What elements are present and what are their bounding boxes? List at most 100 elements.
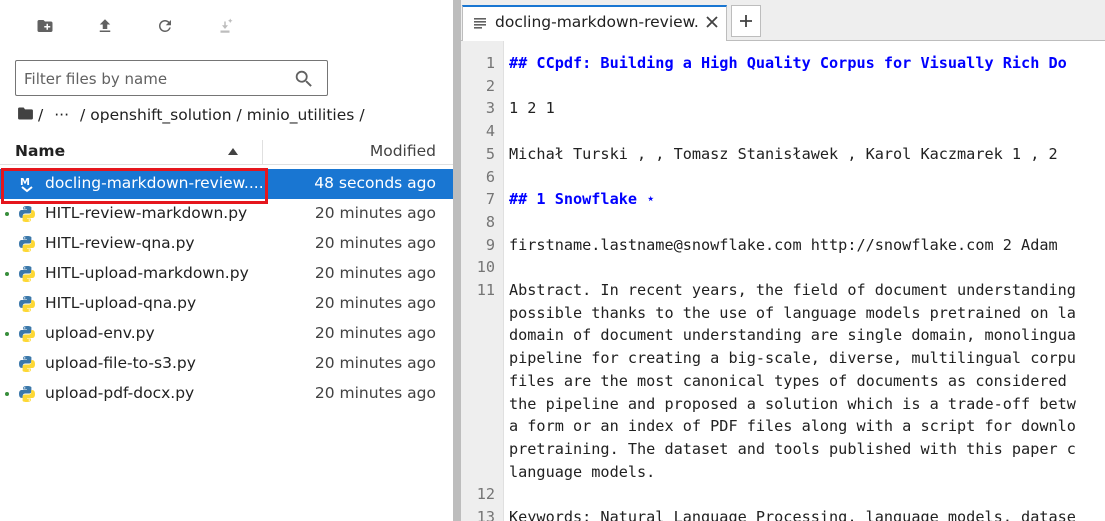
running-indicator-icon	[5, 212, 9, 216]
breadcrumb-separator: /	[236, 106, 242, 124]
heading-line: ## CCpdf: Building a High Quality Corpus…	[509, 54, 1067, 72]
home-folder-icon[interactable]	[18, 106, 33, 124]
file-name: upload-env.py	[45, 324, 155, 342]
code-line: a form or an index of PDF files along wi…	[509, 417, 1076, 436]
upload-icon	[99, 19, 111, 32]
plus-icon	[740, 15, 752, 27]
file-name: upload-pdf-docx.py	[45, 384, 195, 402]
file-modified: 20 minutes ago	[314, 234, 436, 252]
file-name: HITL-review-qna.py	[45, 234, 195, 252]
file-modified: 20 minutes ago	[314, 354, 436, 372]
code-line: Keywords: Natural Language Processing, l…	[509, 508, 1076, 521]
code-line: Michał Turski , , Tomasz Stanisławek , K…	[509, 144, 1058, 163]
git-clone-button[interactable]	[212, 13, 238, 39]
code-line: possible thanks to the use of language m…	[509, 303, 1076, 322]
modified-column-header[interactable]: Modified	[370, 142, 436, 160]
refresh-icon	[159, 20, 171, 32]
line-number: 2	[485, 76, 495, 95]
search-icon	[293, 68, 315, 90]
new-folder-icon	[37, 20, 53, 32]
line-number: 8	[485, 212, 495, 231]
python-file-icon	[18, 235, 36, 253]
running-indicator-icon	[5, 332, 9, 336]
code-line: domain of document understanding are sin…	[509, 326, 1076, 345]
breadcrumb-openshift-solution[interactable]: openshift_solution	[90, 106, 231, 124]
upload-button[interactable]	[92, 13, 118, 39]
file-modified: 48 seconds ago	[314, 174, 436, 192]
line-number: 5	[485, 144, 495, 163]
line-number: 6	[485, 167, 495, 186]
sort-ascending-icon	[228, 148, 238, 155]
tab-bar: docling-markdown-review.md	[461, 0, 1105, 41]
line-number: 13	[476, 508, 495, 521]
running-indicator-icon	[5, 392, 9, 396]
svg-text:M: M	[20, 177, 30, 188]
line-number: 12	[476, 485, 495, 504]
file-name: HITL-upload-markdown.py	[45, 264, 249, 282]
running-indicator-icon	[5, 272, 9, 276]
file-name: HITL-upload-qna.py	[45, 294, 197, 312]
python-file-icon	[18, 385, 36, 403]
file-modified: 20 minutes ago	[314, 294, 436, 312]
file-name: docling-markdown-review....	[45, 174, 264, 192]
file-row[interactable]: upload-pdf-docx.py 20 minutes ago	[0, 379, 453, 409]
code-line: files are the most canonical types of do…	[509, 371, 1076, 390]
refresh-button[interactable]	[152, 13, 178, 39]
file-name: upload-file-to-s3.py	[45, 354, 196, 372]
breadcrumb-separator: /	[359, 106, 365, 124]
filter-input[interactable]	[24, 67, 284, 91]
line-number: 1	[485, 54, 495, 72]
line-number: 10	[476, 258, 495, 277]
line-number: 3	[485, 99, 495, 118]
text-file-icon	[474, 18, 486, 29]
file-browser-panel: / ··· / openshift_solution / minio_utili…	[0, 0, 453, 521]
breadcrumb-minio-utilities[interactable]: minio_utilities	[247, 106, 355, 124]
file-row[interactable]: HITL-review-markdown.py 20 minutes ago	[0, 199, 453, 229]
git-clone-icon	[220, 18, 233, 33]
code-line: language models.	[509, 462, 656, 481]
breadcrumb-separator: /	[38, 106, 44, 124]
file-row[interactable]: upload-env.py 20 minutes ago	[0, 319, 453, 349]
tab-label: docling-markdown-review.md	[495, 13, 700, 31]
file-modified: 20 minutes ago	[314, 384, 436, 402]
python-file-icon	[18, 355, 36, 373]
markdown-editor[interactable]: 1 2 3 4 5 6 7 8 9 10 11 12 13 ## CCpdf: Building a H…	[461, 41, 1105, 521]
file-row[interactable]: Mdocling-markdown-review.... 48 seconds a…	[0, 169, 453, 199]
file-modified: 20 minutes ago	[314, 324, 436, 342]
file-modified: 20 minutes ago	[314, 264, 436, 282]
breadcrumb: / ··· / openshift_solution / minio_utili…	[18, 104, 370, 126]
column-divider[interactable]	[262, 140, 263, 164]
name-column-header[interactable]: Name	[15, 142, 65, 160]
file-row[interactable]: upload-file-to-s3.py 20 minutes ago	[0, 349, 453, 379]
file-row[interactable]: HITL-review-qna.py 20 minutes ago	[0, 229, 453, 259]
heading-line: ## 1 Snowflake ⋆	[509, 190, 656, 209]
line-number: 7	[485, 190, 495, 209]
python-file-icon	[18, 325, 36, 343]
panel-splitter[interactable]	[453, 0, 461, 521]
file-list-header: Name Modified	[0, 138, 453, 165]
file-row[interactable]: HITL-upload-qna.py 20 minutes ago	[0, 289, 453, 319]
code-line: the pipeline and proposed a solution whi…	[509, 394, 1076, 413]
file-row[interactable]: HITL-upload-markdown.py 20 minutes ago	[0, 259, 453, 289]
tab-docling-markdown-review[interactable]: docling-markdown-review.md	[462, 5, 727, 41]
code-line: Abstract. In recent years, the field of …	[509, 281, 1076, 299]
code-line: pretraining. The dataset and tools publi…	[509, 439, 1076, 458]
new-folder-button[interactable]	[32, 13, 58, 39]
python-file-icon	[18, 205, 36, 223]
line-number: 11	[476, 281, 495, 299]
line-number: 4	[485, 122, 495, 141]
filter-box	[15, 60, 328, 96]
breadcrumb-ellipsis[interactable]: ···	[54, 106, 69, 124]
new-tab-button[interactable]	[731, 5, 761, 37]
close-icon[interactable]	[704, 14, 720, 30]
markdown-file-icon: M	[18, 175, 36, 193]
code-line: pipeline for creating a big-scale, diver…	[509, 349, 1076, 368]
code-line: firstname.lastname@snowflake.com http://…	[509, 235, 1067, 254]
python-file-icon	[18, 295, 36, 313]
file-name: HITL-review-markdown.py	[45, 204, 248, 222]
editor-panel: docling-markdown-review.md 1234567891011…	[461, 0, 1105, 521]
line-number-gutter: 1 2 3 4 5 6 7 8 9 10 11 12 13	[461, 41, 504, 521]
code-line: 1 2 1	[509, 99, 555, 118]
file-modified: 20 minutes ago	[314, 204, 436, 222]
python-file-icon	[18, 265, 36, 283]
